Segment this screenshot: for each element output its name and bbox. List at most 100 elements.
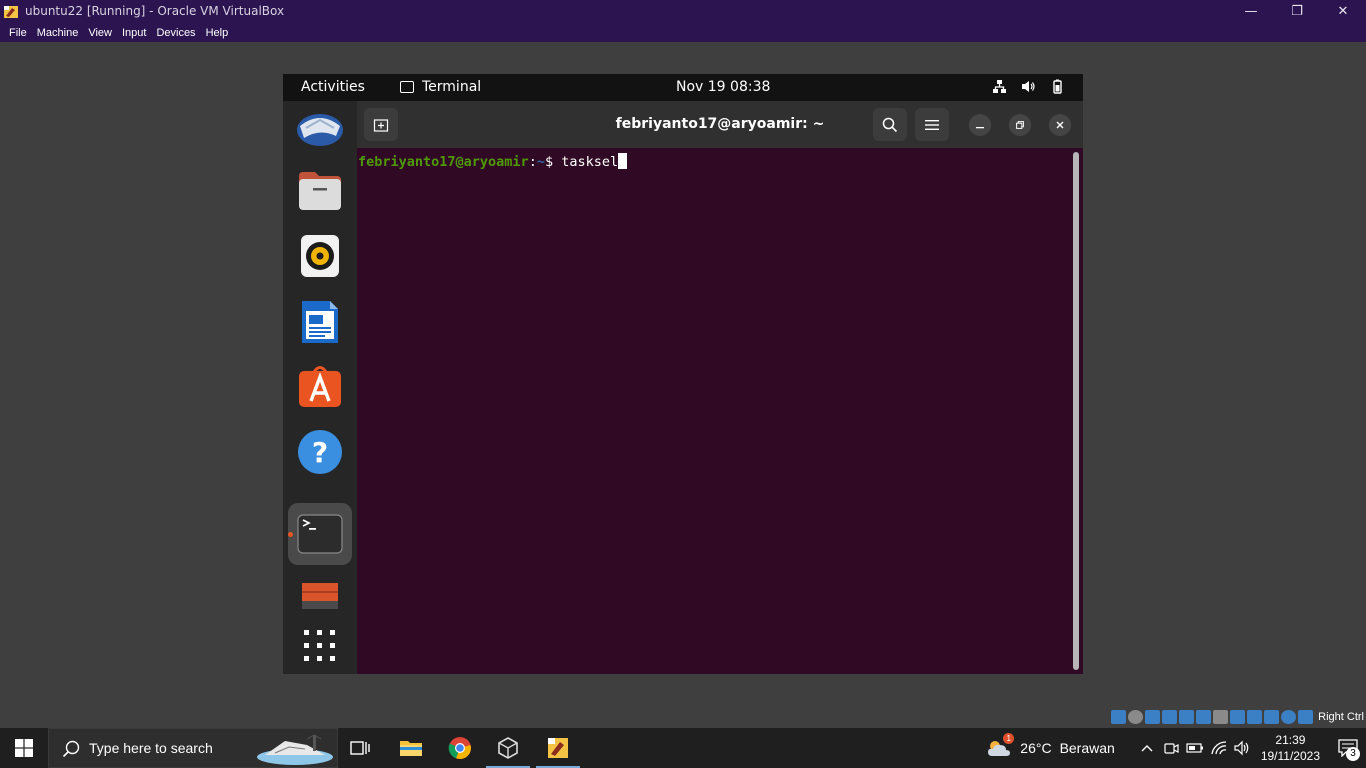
search-icon bbox=[882, 117, 898, 132]
virtualbox-cube-icon bbox=[498, 737, 518, 759]
minimize-icon bbox=[976, 127, 984, 129]
notification-center-button[interactable]: 3 bbox=[1330, 728, 1366, 768]
rhythmbox-icon[interactable] bbox=[295, 231, 345, 281]
terminal-prompt-line: febriyanto17@aryoamir:~$ tasksel bbox=[358, 153, 628, 170]
usb-icon[interactable] bbox=[1179, 710, 1195, 724]
video-capture-icon[interactable] bbox=[1230, 710, 1246, 724]
clock-time: 21:39 bbox=[1275, 733, 1306, 747]
network-icon[interactable] bbox=[992, 79, 1007, 94]
minimize-button[interactable]: — bbox=[1228, 0, 1274, 23]
task-view-button[interactable] bbox=[336, 728, 384, 768]
wifi-icon[interactable] bbox=[1207, 728, 1231, 768]
optical-drive-icon[interactable] bbox=[1128, 710, 1144, 724]
mouse-integration-icon[interactable] bbox=[1281, 710, 1297, 724]
windows-logo-icon bbox=[15, 739, 33, 757]
weather-alert-badge: 1 bbox=[1003, 733, 1015, 744]
display-icon[interactable] bbox=[1213, 710, 1229, 724]
search-highlight-art bbox=[255, 731, 335, 767]
start-button[interactable] bbox=[0, 728, 48, 768]
vbox-statusbar: Right Ctrl bbox=[1111, 707, 1366, 727]
keyboard-icon[interactable] bbox=[1298, 710, 1314, 724]
search-placeholder: Type here to search bbox=[89, 740, 213, 756]
activities-button[interactable]: Activities bbox=[301, 79, 365, 95]
terminal-small-icon bbox=[400, 81, 414, 93]
thunderbird-icon[interactable] bbox=[295, 103, 345, 153]
guest-screen[interactable]: Activities Terminal Nov 19 08:38 ? febri… bbox=[283, 74, 1083, 674]
app-menu[interactable]: Terminal bbox=[400, 79, 481, 95]
menu-devices[interactable]: Devices bbox=[151, 27, 200, 39]
battery-icon[interactable] bbox=[1050, 79, 1065, 94]
virtualization-icon[interactable] bbox=[1264, 710, 1280, 724]
menu-input[interactable]: Input bbox=[117, 27, 151, 39]
taskbar-clock[interactable]: 21:39 19/11/2023 bbox=[1261, 732, 1320, 764]
search-button[interactable] bbox=[873, 108, 907, 141]
restore-icon bbox=[1016, 121, 1024, 129]
vbox-menubar: File Machine View Input Devices Help bbox=[0, 23, 1366, 42]
speaker-icon[interactable] bbox=[1231, 728, 1255, 768]
app-menu-label: Terminal bbox=[422, 79, 482, 95]
usb-drive-icon[interactable] bbox=[295, 571, 345, 621]
file-explorer-button[interactable] bbox=[387, 728, 435, 768]
hamburger-icon bbox=[925, 119, 939, 130]
maximize-window-button[interactable] bbox=[1009, 114, 1031, 136]
weather-cloud-icon: 1 bbox=[986, 733, 1015, 759]
menu-machine[interactable]: Machine bbox=[32, 27, 84, 39]
vm-window-button[interactable] bbox=[534, 728, 582, 768]
menu-help[interactable]: Help bbox=[201, 27, 234, 39]
cpu-icon[interactable] bbox=[1247, 710, 1263, 724]
show-hidden-icons-chevron-icon[interactable] bbox=[1135, 728, 1159, 768]
weather-widget[interactable]: 1 26°C Berawan bbox=[986, 733, 1115, 759]
chrome-button[interactable] bbox=[436, 728, 484, 768]
battery-icon[interactable] bbox=[1183, 728, 1207, 768]
prompt-path: ~ bbox=[536, 154, 545, 170]
task-view-icon bbox=[350, 741, 370, 755]
chrome-icon bbox=[448, 737, 471, 760]
running-indicator bbox=[288, 532, 293, 537]
prompt-symbol: $ bbox=[544, 154, 562, 170]
file-explorer-icon bbox=[400, 741, 422, 756]
terminal-body[interactable]: febriyanto17@aryoamir:~$ tasksel bbox=[357, 148, 1083, 674]
taskbar-search[interactable]: Type here to search bbox=[48, 728, 338, 768]
clock-date: 19/11/2023 bbox=[1260, 749, 1320, 763]
audio-icon[interactable] bbox=[1145, 710, 1161, 724]
terminal-scrollbar[interactable] bbox=[1073, 152, 1079, 670]
search-icon bbox=[62, 740, 80, 762]
svg-text:?: ? bbox=[312, 436, 328, 469]
prompt-separator: : bbox=[528, 154, 537, 170]
meet-now-icon[interactable] bbox=[1159, 728, 1183, 768]
host-key-label: Right Ctrl bbox=[1318, 711, 1364, 723]
notification-count-badge: 3 bbox=[1346, 747, 1360, 761]
prompt-user: febriyanto17@aryoamir bbox=[358, 154, 529, 170]
vm-running-icon bbox=[548, 738, 568, 758]
writer-icon[interactable] bbox=[295, 297, 345, 347]
hard-disk-icon[interactable] bbox=[1111, 710, 1127, 724]
weather-temperature: 26°C bbox=[1020, 740, 1052, 756]
topbar-clock[interactable]: Nov 19 08:38 bbox=[676, 79, 770, 95]
gnome-topbar: Activities Terminal Nov 19 08:38 bbox=[283, 74, 1083, 101]
restore-button[interactable]: ❐ bbox=[1274, 0, 1320, 23]
virtualbox-app-icon bbox=[3, 4, 19, 20]
vbox-titlebar: ubuntu22 [Running] - Oracle VM VirtualBo… bbox=[0, 0, 1366, 23]
menu-view[interactable]: View bbox=[83, 27, 117, 39]
hamburger-menu-button[interactable] bbox=[915, 108, 949, 141]
text-cursor bbox=[618, 153, 628, 169]
weather-condition: Berawan bbox=[1059, 740, 1115, 756]
show-apps-icon[interactable] bbox=[295, 621, 345, 671]
close-icon bbox=[1056, 121, 1064, 129]
typed-command: tasksel bbox=[561, 154, 619, 170]
close-window-button[interactable] bbox=[1049, 114, 1071, 136]
minimize-window-button[interactable] bbox=[969, 114, 991, 136]
window-title: ubuntu22 [Running] - Oracle VM VirtualBo… bbox=[25, 4, 285, 18]
help-icon[interactable]: ? bbox=[295, 427, 345, 477]
menu-file[interactable]: File bbox=[4, 27, 32, 39]
virtualbox-manager-button[interactable] bbox=[484, 728, 532, 768]
files-icon[interactable] bbox=[295, 166, 345, 216]
network-adapter-icon[interactable] bbox=[1162, 710, 1178, 724]
terminal-icon[interactable] bbox=[295, 509, 345, 559]
app-center-icon[interactable] bbox=[295, 361, 345, 411]
close-button[interactable]: ✕ bbox=[1320, 0, 1366, 23]
shared-folders-icon[interactable] bbox=[1196, 710, 1212, 724]
volume-icon[interactable] bbox=[1021, 79, 1036, 94]
terminal-headerbar: febriyanto17@aryoamir: ~ bbox=[357, 101, 1083, 148]
ubuntu-dock: ? bbox=[283, 101, 357, 674]
